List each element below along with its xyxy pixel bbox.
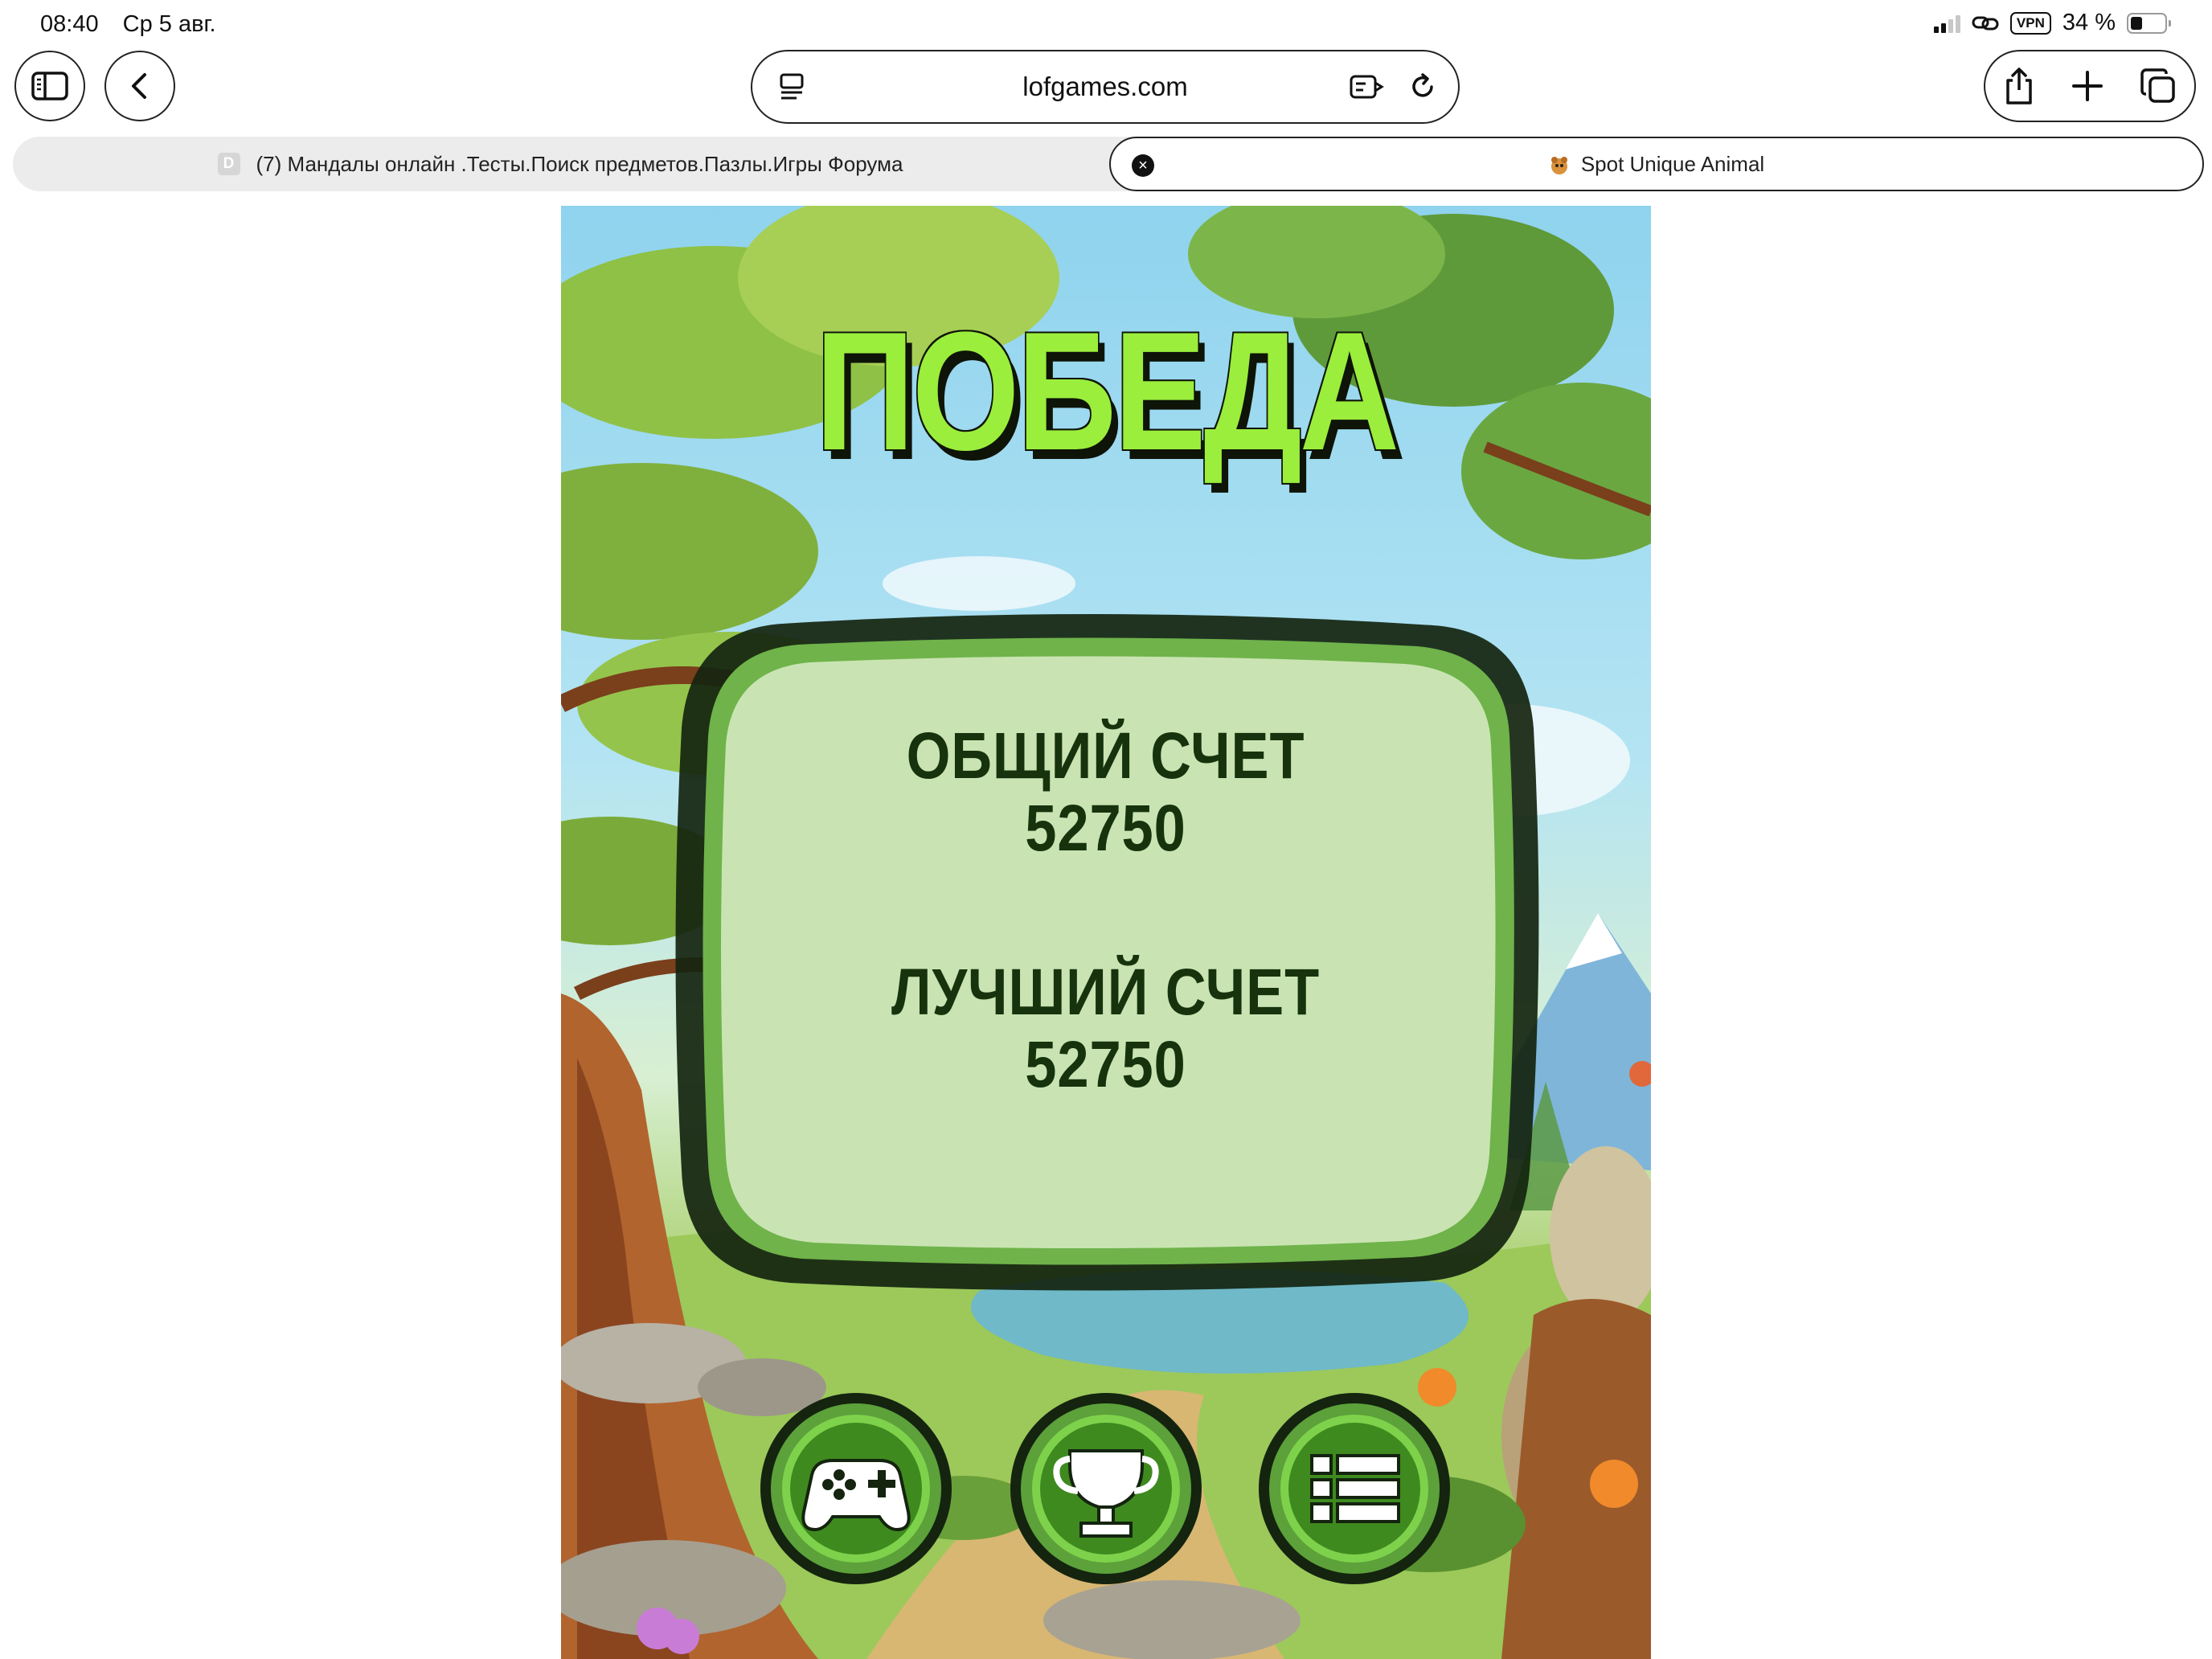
status-right: VPN 34 %: [1933, 10, 2171, 36]
tab-bar: D (7) Мандалы онлайн .Тесты.Поиск предме…: [13, 137, 2204, 191]
score-panel: ОБЩИЙ СЧЕТ 52750 ЛУЧШИЙ СЧЕТ 52750: [662, 608, 1550, 1299]
total-score-label: ОБЩИЙ СЧЕТ: [906, 719, 1305, 793]
tab-title-text: Spot Unique Animal: [1580, 152, 1765, 176]
back-icon: [132, 73, 146, 99]
play-again-button[interactable]: [759, 1391, 953, 1586]
tab-mandaly[interactable]: D (7) Мандалы онлайн .Тесты.Поиск предме…: [13, 137, 1108, 191]
share-icon[interactable]: [2003, 66, 2035, 106]
total-score-value: 52750: [1025, 792, 1186, 865]
victory-title: ПОБЕДА: [815, 297, 1399, 485]
status-bar: 08:40 Ср 5 авг. VPN 34 %: [0, 0, 2212, 50]
menu-button[interactable]: [1257, 1391, 1452, 1586]
status-left: 08:40 Ср 5 авг.: [40, 11, 234, 38]
toolbar-right-group: [1984, 50, 2196, 122]
link-icon: [1972, 16, 1999, 30]
status-date: Ср 5 авг.: [122, 11, 216, 37]
menu-list-icon: [1310, 1454, 1400, 1523]
battery-icon: [2127, 12, 2171, 34]
sidebar-button[interactable]: [14, 51, 85, 121]
back-button[interactable]: [104, 51, 175, 121]
plus-icon[interactable]: [2071, 70, 2103, 102]
translate-icon[interactable]: [1349, 69, 1384, 104]
vpn-badge: VPN: [2009, 11, 2051, 35]
animal-favicon-icon: [1550, 157, 1567, 175]
tab-title: (7) Мандалы онлайн .Тесты.Поиск предмето…: [256, 151, 903, 176]
best-score-label: ЛУЧШИЙ СЧЕТ: [891, 956, 1321, 1029]
game-canvas[interactable]: ПОБЕДА ОБЩИЙ СЧЕТ 52750 ЛУЧШИЙ СЧЕТ 5275…: [561, 206, 1651, 1659]
score-panel-frame: [675, 613, 1539, 1291]
tab-title-active: Spot Unique Animal: [1111, 138, 2202, 190]
address-bar[interactable]: lofgames.com: [751, 50, 1460, 124]
battery-percent: 34 %: [2062, 10, 2116, 35]
leaderboard-button[interactable]: [1009, 1391, 1203, 1586]
sidebar-icon: [31, 72, 68, 100]
status-time: 08:40: [40, 11, 99, 37]
tab-spot-unique-animal[interactable]: × Spot Unique Animal: [1109, 137, 2204, 191]
tab-favicon: D: [217, 153, 240, 175]
tabs-icon[interactable]: [2140, 68, 2177, 104]
cellular-signal-icon: [1933, 14, 1960, 33]
best-score-value: 52750: [1025, 1028, 1186, 1101]
reload-icon[interactable]: [1405, 69, 1440, 104]
